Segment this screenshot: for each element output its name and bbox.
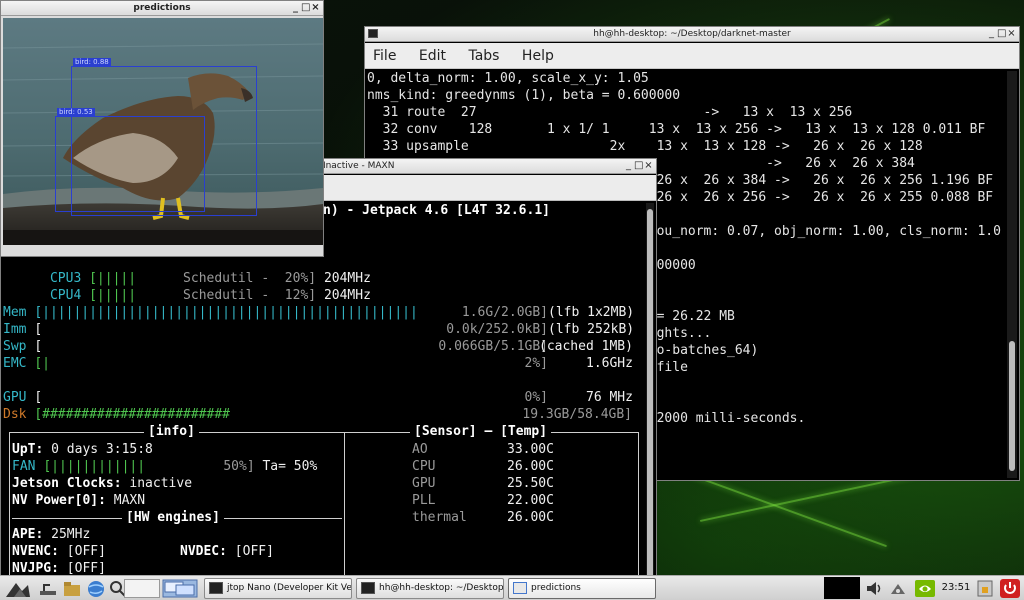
task-predictions[interactable]: predictions <box>508 578 656 599</box>
show-desktop-icon[interactable] <box>38 579 58 598</box>
taskbar: jtop Nano (Developer Kit Ver... hh@hh-de… <box>0 575 1024 600</box>
jtop-scroll-thumb[interactable] <box>647 209 653 600</box>
minimize-button[interactable]: _ <box>624 159 634 173</box>
web-browser-icon[interactable] <box>86 579 106 598</box>
mem-extra: (lfb 1x2MB) <box>548 305 635 320</box>
terminal-title: hh@hh-desktop: ~/Desktop/darknet-master <box>593 29 791 39</box>
swp-value: 0.066GB/5.1GB] <box>438 339 548 354</box>
wallpaper-streak <box>679 470 888 548</box>
terminal-titlebar[interactable]: hh@hh-desktop: ~/Desktop/darknet-master … <box>365 27 1019 42</box>
terminal-icon <box>368 29 378 38</box>
gpu-extra: 76 MHz <box>586 390 633 405</box>
nvenc-row: NVENC: [OFF] <box>12 544 106 559</box>
gpu-row: GPU [ <box>3 390 43 405</box>
dsk-row: Dsk [######################## <box>3 407 230 422</box>
close-button[interactable]: × <box>311 1 321 15</box>
hw-engines-title: [HW engines] <box>122 509 224 526</box>
terminal-icon <box>209 582 223 594</box>
detection-box <box>55 116 205 212</box>
close-button[interactable]: × <box>1007 27 1017 41</box>
minimize-button[interactable]: _ <box>987 27 997 41</box>
nvidia-icon[interactable] <box>914 579 936 598</box>
jtop-scrollbar[interactable] <box>646 203 654 600</box>
start-menu-icon[interactable] <box>4 579 32 598</box>
mem-row: Mem [|||||||||||||||||||||||||||||||||||… <box>3 305 418 320</box>
predictions-title: predictions <box>133 3 191 13</box>
sensor-temp: 22.00C <box>507 493 554 508</box>
emc-value: 2%] <box>524 356 548 371</box>
terminal-line: 33 upsample 2x 13 x 13 x 128 -> 26 x 26 … <box>367 139 923 154</box>
network-icon[interactable] <box>888 579 908 598</box>
imm-row: Imm [ <box>3 322 43 337</box>
terminal-menubar: File Edit Tabs Help <box>365 43 1019 69</box>
terminal-line: 0, delta_norm: 1.00, scale_x_y: 1.05 <box>367 71 649 86</box>
jtop-output[interactable]: n) - Jetpack 4.6 [L4T 32.6.1] CPU3 [||||… <box>3 202 644 577</box>
terminal-scroll-thumb[interactable] <box>1009 341 1015 471</box>
menu-file[interactable]: File <box>373 48 396 64</box>
gpu-value: 0%] <box>524 390 548 405</box>
maximize-button[interactable]: □ <box>301 1 311 15</box>
detection-label: bird: 0.53 <box>57 108 95 116</box>
sensor-title: [Sensor] — [Temp] <box>410 423 552 440</box>
workspace-1[interactable] <box>124 579 160 598</box>
sensor-name: PLL <box>412 493 436 508</box>
prediction-image: bird: 0.88 bird: 0.53 <box>3 18 323 245</box>
volume-icon[interactable] <box>864 579 884 598</box>
maximize-button[interactable]: □ <box>997 27 1007 41</box>
sensor-temp: 25.50C <box>507 476 554 491</box>
clock[interactable]: 23:51 <box>939 576 973 600</box>
ape-row: APE: 25MHz <box>12 527 91 542</box>
terminal-icon <box>361 582 375 594</box>
mem-value: 1.6G/2.0GB] <box>461 305 548 320</box>
menu-help[interactable]: Help <box>522 48 554 64</box>
workspace-2-icon[interactable] <box>162 579 198 598</box>
info-title: [info] <box>144 423 199 440</box>
detection-label: bird: 0.88 <box>73 58 111 66</box>
terminal-scrollbar[interactable] <box>1007 71 1017 478</box>
nvdec-row: NVDEC: [OFF] <box>180 544 274 559</box>
imm-value: 0.0k/252.0kB] <box>446 322 548 337</box>
swp-extra: (cached 1MB) <box>539 339 633 354</box>
uptime-row: UpT: 0 days 3:15:8 <box>12 442 153 457</box>
sensor-name: GPU <box>412 476 436 491</box>
window-icon <box>513 582 527 594</box>
terminal-line: nms_kind: greedynms (1), beta = 0.600000 <box>367 88 681 103</box>
terminal-line: 31 route 27 -> 13 x 13 x 256 <box>367 105 853 120</box>
sensor-name: AO <box>412 442 428 457</box>
emc-extra: 1.6GHz <box>586 356 633 371</box>
menu-edit[interactable]: Edit <box>419 48 446 64</box>
cpu-monitor-applet[interactable] <box>824 577 860 599</box>
imm-extra: (lfb 252kB) <box>548 322 635 337</box>
sensor-name: CPU <box>412 459 436 474</box>
dsk-value: 19.3GB/58.4GB] <box>522 407 632 422</box>
maximize-button[interactable]: □ <box>634 159 644 173</box>
sensor-temp: 26.00C <box>507 459 554 474</box>
nvpower-row: NV Power[0]: MAXN <box>12 493 146 508</box>
swp-row: Swp [ <box>3 339 43 354</box>
lock-screen-icon[interactable] <box>975 579 995 598</box>
sensor-name: thermal <box>412 510 467 525</box>
menu-tabs[interactable]: Tabs <box>468 48 499 64</box>
close-button[interactable]: × <box>644 159 654 173</box>
sensor-temp: 33.00C <box>507 442 554 457</box>
info-panel: [info] [Sensor] — [Temp] UpT: 0 days 3:1… <box>9 423 639 577</box>
task-jtop[interactable]: jtop Nano (Developer Kit Ver... <box>204 578 352 599</box>
terminal-line: 32 conv 128 1 x 1/ 1 13 x 13 x 256 -> 13… <box>367 122 986 137</box>
fan-row: FAN [|||||||||||| 50%] Ta= 50% <box>12 459 318 474</box>
predictions-window[interactable]: predictions _ □× bird: 0.88 bird: 0.53 <box>0 0 324 257</box>
jtop-header: n) - Jetpack 4.6 [L4T 32.6.1] <box>323 203 550 218</box>
emc-row: EMC [| <box>3 356 50 371</box>
power-icon[interactable] <box>999 579 1021 598</box>
jetson-clocks-row: Jetson Clocks: inactive <box>12 476 193 491</box>
minimize-button[interactable]: _ <box>291 1 301 15</box>
sensor-temp: 26.00C <box>507 510 554 525</box>
file-manager-icon[interactable] <box>62 579 82 598</box>
panel-divider <box>344 433 345 577</box>
predictions-titlebar[interactable]: predictions _ □× <box>1 1 323 16</box>
task-terminal[interactable]: hh@hh-desktop: ~/Desktop/... <box>356 578 504 599</box>
